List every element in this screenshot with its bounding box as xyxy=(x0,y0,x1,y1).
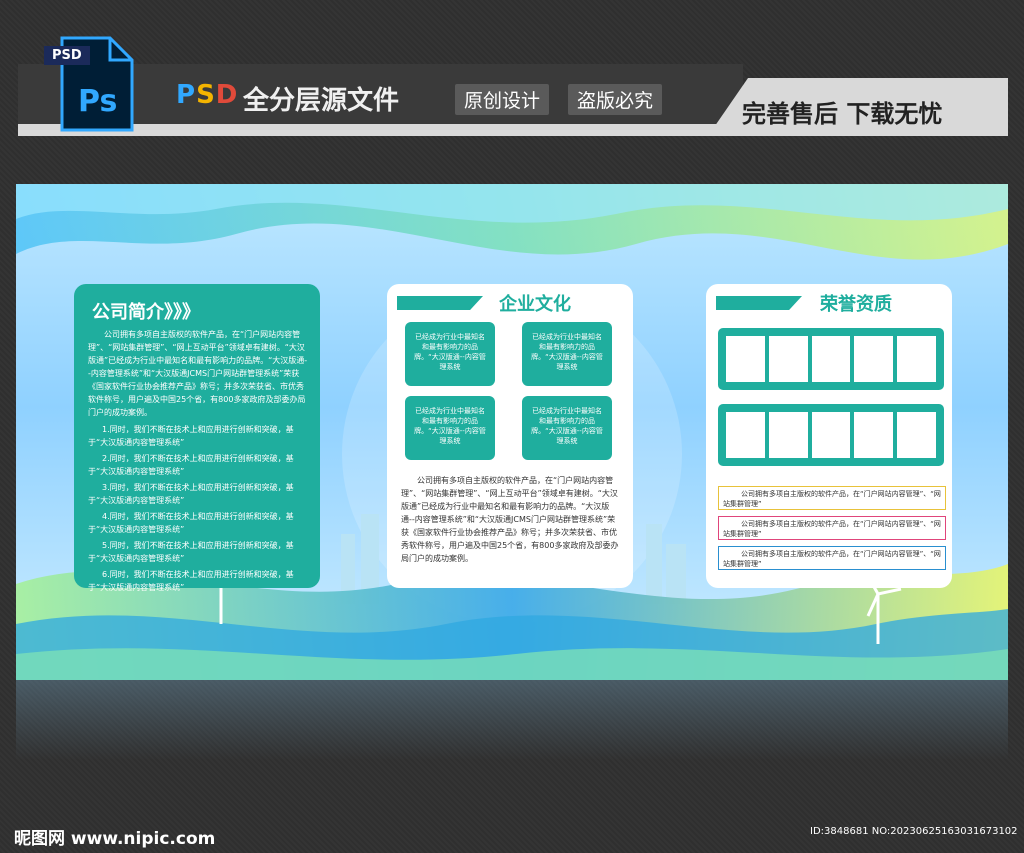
intro-list-item: 4.同时，我们不断在技术上和应用进行创新和突破，基于“大汉版通内容管理系统” xyxy=(88,512,294,534)
culture-text: 公司拥有多项自主版权的软件产品，在“门户网站内容管理”、“网站集群管理”、“网上… xyxy=(401,476,619,563)
psd-colored-title: PSD xyxy=(176,80,238,110)
psd-letter-p: P xyxy=(176,80,197,110)
company-intro-body: 公司拥有多项自主版权的软件产品，在“门户网站内容管理”、“网站集群管理”、“网上… xyxy=(88,328,310,597)
culture-title-bar xyxy=(397,296,483,310)
piracy-chip: 盗版必究 xyxy=(568,84,663,115)
certificate-slot xyxy=(768,336,808,382)
original-design-chip: 原创设计 xyxy=(455,84,550,115)
board-reflection xyxy=(16,680,1008,760)
psd-letter-s: S xyxy=(196,80,216,110)
display-board: 公司简介》》》 公司拥有多项自主版权的软件产品，在“门户网站内容管理”、“网站集… xyxy=(16,184,1008,680)
intro-list-item: 5.同时，我们不断在技术上和应用进行创新和突破，基于“大汉版通内容管理系统” xyxy=(88,541,294,563)
certificate-frame-row xyxy=(718,328,944,390)
culture-card: 已经成为行业中最知名和最有影响力的品牌。“大汉版通--内容管理系统 xyxy=(522,322,612,386)
psd-tag: PSD xyxy=(44,46,90,65)
honor-note-yellow: 公司拥有多项自主版权的软件产品，在“门户网站内容管理”、“网站集群管理” xyxy=(718,486,946,510)
culture-card: 已经成为行业中最知名和最有影响力的品牌。“大汉版通--内容管理系统 xyxy=(405,322,495,386)
certificate-slot xyxy=(897,336,936,382)
honor-title-bar xyxy=(716,296,802,310)
intro-list-item: 6.同时，我们不断在技术上和应用进行创新和突破，基于“大汉版通内容管理系统” xyxy=(88,570,294,592)
certificate-slot xyxy=(897,412,936,458)
culture-card: 已经成为行业中最知名和最有影响力的品牌。“大汉版通--内容管理系统 xyxy=(405,396,495,460)
certificate-slot xyxy=(854,412,894,458)
company-intro-text: 公司拥有多项自主版权的软件产品，在“门户网站内容管理”、“网站集群管理”、“网上… xyxy=(88,330,308,417)
after-sales-title: 完善售后 下载无忧 xyxy=(742,100,943,128)
honor-note-pink: 公司拥有多项自主版权的软件产品，在“门户网站内容管理”、“网站集群管理” xyxy=(718,516,946,540)
certificate-slot xyxy=(768,412,808,458)
honor-panel: 荣誉资质 公司拥有多项自主版权的软件产品，在“门户网站内容管理”、“网站集群管理… xyxy=(706,284,952,588)
honor-title: 荣誉资质 xyxy=(820,294,892,315)
nipic-watermark: 昵图网 www.nipic.com xyxy=(14,829,216,849)
intro-list-item: 1.同时，我们不断在技术上和应用进行创新和突破，基于“大汉版通内容管理系统” xyxy=(88,425,294,447)
certificate-slot xyxy=(854,336,894,382)
certificate-slot xyxy=(726,412,765,458)
certificate-frame-row xyxy=(718,404,944,466)
company-intro-panel: 公司简介》》》 公司拥有多项自主版权的软件产品，在“门户网站内容管理”、“网站集… xyxy=(74,284,320,592)
image-id-text: ID:3848681 NO:20230625163031673102 xyxy=(810,826,1018,837)
company-intro-title: 公司简介》》》 xyxy=(92,302,200,323)
psd-letter-d: D xyxy=(215,80,239,110)
certificate-slot xyxy=(811,336,851,382)
culture-title: 企业文化 xyxy=(499,294,571,315)
ps-logo-text: Ps xyxy=(78,84,118,119)
banner-main-title: 全分层源文件 xyxy=(243,86,400,116)
culture-card: 已经成为行业中最知名和最有影响力的品牌。“大汉版通--内容管理系统 xyxy=(522,396,612,460)
certificate-slot xyxy=(811,412,851,458)
intro-list-item: 2.同时，我们不断在技术上和应用进行创新和突破，基于“大汉版通内容管理系统” xyxy=(88,454,294,476)
certificate-slot xyxy=(726,336,765,382)
culture-panel: 企业文化 已经成为行业中最知名和最有影响力的品牌。“大汉版通--内容管理系统 已… xyxy=(387,284,633,588)
intro-list-item: 3.同时，我们不断在技术上和应用进行创新和突破，基于“大汉版通内容管理系统” xyxy=(88,483,294,505)
honor-note-blue: 公司拥有多项自主版权的软件产品，在“门户网站内容管理”、“网站集群管理” xyxy=(718,546,946,570)
